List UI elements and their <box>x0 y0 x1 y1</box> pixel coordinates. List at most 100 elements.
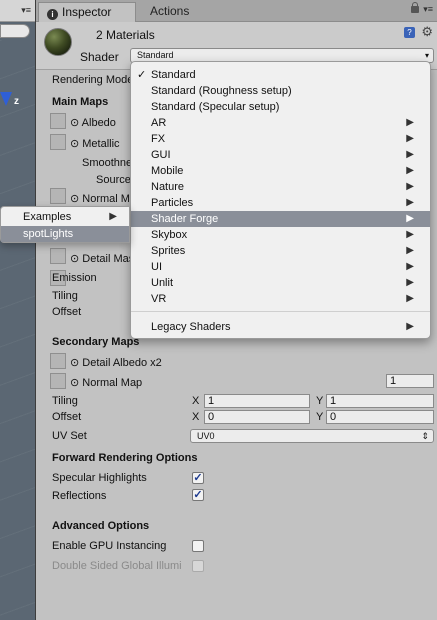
gpu-instancing-label: Enable GPU Instancing <box>52 540 167 552</box>
axis-gizmo-icon[interactable] <box>0 92 12 106</box>
tiling-y-field[interactable]: 1 <box>326 394 434 408</box>
normal-map-texture-slot[interactable] <box>50 188 66 204</box>
tab-actions-label: Actions <box>150 4 190 18</box>
albedo-label: ⊙ Albedo <box>70 117 116 129</box>
lock-icon[interactable] <box>411 2 419 13</box>
menu-item-vr[interactable]: VR ▶ <box>131 291 430 307</box>
scene-view-strip[interactable]: ▾≡ z <box>0 0 36 620</box>
reflections-checkbox[interactable]: ✓ <box>192 489 204 501</box>
detail-mask-texture-slot[interactable] <box>50 248 66 264</box>
tab-actions[interactable]: Actions <box>142 2 197 22</box>
menu-item-label: Standard <box>151 69 196 81</box>
material-preview-sphere <box>44 28 72 56</box>
menu-item-standard-roughness[interactable]: Standard (Roughness setup) <box>131 83 430 99</box>
tab-inspector[interactable]: i Inspector <box>38 2 136 22</box>
advanced-options-heading: Advanced Options <box>52 520 150 532</box>
double-sided-gi-checkbox <box>192 560 204 572</box>
submenu-arrow-icon: ▶ <box>406 197 414 208</box>
submenu-item-label: Examples <box>23 211 72 223</box>
gpu-instancing-checkbox[interactable] <box>192 540 204 552</box>
submenu-arrow-icon: ▶ <box>406 293 414 304</box>
tiling-x-field[interactable]: 1 <box>204 394 310 408</box>
menu-item-label: AR <box>151 117 167 129</box>
detail-normal-texture-slot[interactable] <box>50 373 66 389</box>
menu-item-label: FX <box>151 133 166 145</box>
submenu-arrow-icon: ▶ <box>406 321 414 332</box>
menu-item-label: GUI <box>151 149 171 161</box>
submenu-arrow-icon: ▶ <box>406 165 414 176</box>
offset-secondary-label: Offset <box>52 411 82 423</box>
detail-normal-scale-field[interactable]: 1 <box>386 374 434 388</box>
menu-item-nature[interactable]: Nature ▶ <box>131 179 430 195</box>
menu-item-legacy-shaders[interactable]: Legacy Shaders ▶ <box>131 319 430 335</box>
menu-item-label: UI <box>151 261 162 273</box>
checkmark-icon: ✓ <box>137 69 147 81</box>
submenu-arrow-icon: ▶ <box>406 117 414 128</box>
scene-options-icon[interactable]: ▾≡ <box>21 5 31 16</box>
menu-item-fx[interactable]: FX ▶ <box>131 131 430 147</box>
scene-grid <box>0 40 35 620</box>
submenu-arrow-icon: ▶ <box>406 261 414 272</box>
metallic-label: ⊙ Metallic <box>70 138 120 150</box>
menu-item-unlit[interactable]: Unlit ▶ <box>131 275 430 291</box>
menu-item-ui[interactable]: UI ▶ <box>131 259 430 275</box>
offset-y-label: Y <box>316 411 324 423</box>
uv-set-value: UV0 <box>197 431 215 441</box>
albedo-texture-slot[interactable] <box>50 113 66 129</box>
menu-item-label: Standard (Roughness setup) <box>151 85 292 97</box>
rendering-mode-label: Rendering Mode <box>52 74 134 86</box>
scene-search-input[interactable] <box>0 24 30 38</box>
menu-item-skybox[interactable]: Skybox ▶ <box>131 227 430 243</box>
menu-item-standard[interactable]: ✓ Standard <box>131 67 430 83</box>
metallic-texture-slot[interactable] <box>50 134 66 150</box>
main-maps-heading: Main Maps <box>52 96 109 108</box>
menu-item-gui[interactable]: GUI ▶ <box>131 147 430 163</box>
uv-set-label: UV Set <box>52 430 87 442</box>
menu-item-label: Mobile <box>151 165 184 177</box>
submenu-arrow-icon: ▶ <box>109 211 117 222</box>
tiling-secondary-label: Tiling <box>52 395 78 407</box>
submenu-item-spotlights[interactable]: spotLights <box>1 226 129 242</box>
menu-item-label: Legacy Shaders <box>151 321 231 333</box>
menu-item-shader-forge[interactable]: Shader Forge ▶ <box>131 211 430 227</box>
menu-item-label: Sprites <box>151 245 186 257</box>
submenu-arrow-icon: ▶ <box>406 213 414 224</box>
detail-albedo-texture-slot[interactable] <box>50 353 66 369</box>
menu-item-label: VR <box>151 293 167 305</box>
submenu-item-label: spotLights <box>23 228 74 240</box>
menu-item-label: Nature <box>151 181 185 193</box>
double-sided-gi-label: Double Sided Global Illumi <box>52 560 182 572</box>
help-icon[interactable]: ? <box>404 27 415 38</box>
tab-bar: i Inspector Actions ▾≡ <box>36 0 437 22</box>
uv-set-dropdown[interactable]: UV0 ⇕ <box>190 429 434 443</box>
gear-icon[interactable]: ⚙ <box>421 24 433 40</box>
axis-z-label: z <box>14 96 19 107</box>
reflections-label: Reflections <box>52 490 107 502</box>
menu-item-standard-specular[interactable]: Standard (Specular setup) <box>131 99 430 115</box>
submenu-arrow-icon: ▶ <box>406 149 414 160</box>
panel-menu-icon[interactable]: ▾≡ <box>423 4 433 15</box>
source-label: Source <box>96 174 131 186</box>
specular-highlights-checkbox[interactable]: ✓ <box>192 472 204 484</box>
offset-y-field[interactable]: 0 <box>326 410 434 424</box>
menu-item-label: Unlit <box>151 277 174 289</box>
emission-label: Emission <box>52 272 97 284</box>
tiling-label: Tiling <box>52 290 78 302</box>
scene-toolbar: ▾≡ <box>0 0 35 22</box>
menu-item-label: Shader Forge <box>151 213 219 225</box>
menu-item-sprites[interactable]: Sprites ▶ <box>131 243 430 259</box>
secondary-maps-heading: Secondary Maps <box>52 336 140 348</box>
submenu-item-examples[interactable]: Examples ▶ <box>1 209 129 225</box>
menu-item-mobile[interactable]: Mobile ▶ <box>131 163 430 179</box>
tab-inspector-label: Inspector <box>62 5 112 19</box>
chevron-updown-icon: ⇕ <box>421 431 429 441</box>
menu-item-label: Skybox <box>151 229 188 241</box>
offset-x-field[interactable]: 0 <box>204 410 310 424</box>
offset-x-label: X <box>192 411 200 423</box>
menu-item-particles[interactable]: Particles ▶ <box>131 195 430 211</box>
shader-label: Shader <box>80 50 119 64</box>
menu-item-ar[interactable]: AR ▶ <box>131 115 430 131</box>
shader-forge-submenu: Examples ▶ spotLights <box>0 206 130 243</box>
submenu-arrow-icon: ▶ <box>406 181 414 192</box>
info-icon: i <box>47 9 58 20</box>
